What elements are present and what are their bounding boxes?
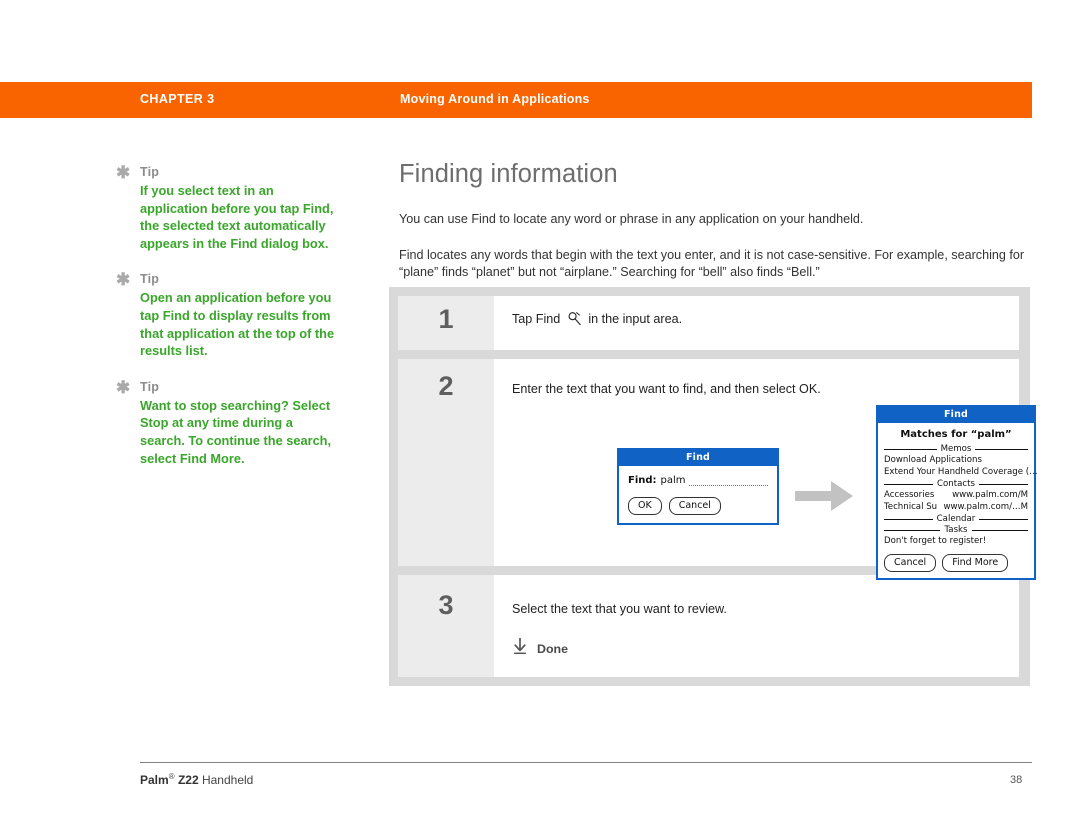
tip-text: Want to stop searching? Select Stop at a… (140, 397, 332, 466)
step-row: 1 Tap Find in the input area. (398, 296, 1019, 350)
result-item[interactable]: Download Applications (884, 455, 1028, 467)
result-item-left: Accessories (884, 490, 935, 500)
results-group-header: Tasks (884, 525, 1028, 535)
result-item[interactable]: Technical Su www.palm.com/…M (884, 502, 1028, 514)
find-field-value[interactable]: palm (661, 475, 686, 486)
footer-divider (140, 762, 1032, 763)
result-item[interactable]: Accessories www.palm.com/M (884, 490, 1028, 502)
step-number: 2 (398, 359, 494, 566)
asterisk-icon: ✱ (116, 270, 131, 290)
find-field-label: Find: (628, 475, 657, 486)
tips-sidebar: ✱ Tip If you select text in an applicati… (116, 163, 346, 487)
step-row: 2 Enter the text that you want to find, … (398, 359, 1038, 580)
tip-text: Open an application before you tap Find … (140, 290, 335, 359)
step-instruction: Tap Find in the input area. (512, 296, 1001, 331)
results-dialog-title: Find (878, 407, 1034, 423)
tip-block: ✱ Tip Want to stop searching? Select Sto… (116, 377, 346, 467)
manual-page: CHAPTER 3 Moving Around in Applications … (0, 0, 1080, 834)
cancel-button[interactable]: Cancel (668, 497, 721, 515)
section-title: Moving Around in Applications (400, 92, 590, 106)
tip-header: ✱ Tip (116, 377, 346, 397)
step-body: Tap Find in the input area. (494, 296, 1019, 350)
tip-text: If you select text in an application bef… (140, 183, 334, 251)
tip-label: Tip (140, 165, 160, 179)
results-dialog-body: Matches for “palm” Memos Download Applic… (878, 423, 1038, 578)
page-number: 38 (1010, 774, 1023, 786)
find-more-button[interactable]: Find More (942, 553, 1009, 572)
step-text-after: in the input area. (588, 312, 683, 326)
asterisk-icon: ✱ (116, 377, 131, 397)
step-number: 3 (398, 575, 494, 677)
result-item-right: www.palm.com/…M (943, 501, 1029, 512)
find-dialog-title: Find (619, 450, 777, 466)
tip-block: ✱ Tip If you select text in an applicati… (116, 163, 346, 252)
find-dialog: Find Find: palm OK Cancel (617, 448, 779, 525)
result-item[interactable]: Don't forget to register! (884, 536, 1028, 548)
footer-model: Z22 (177, 773, 199, 787)
cancel-button[interactable]: Cancel (884, 553, 937, 572)
results-dialog-buttons: Cancel Find More (884, 553, 1028, 572)
tip-block: ✱ Tip Open an application before you tap… (116, 270, 346, 359)
results-group-header: Memos (884, 444, 1028, 454)
results-group-header: Contacts (884, 479, 1028, 489)
done-marker: Done (512, 637, 1001, 660)
step-text-before: Tap Find (512, 312, 561, 326)
step-body: Select the text that you want to review.… (494, 575, 1019, 677)
steps-container: 1 Tap Find in the input area. 2 Enter th… (389, 287, 1038, 686)
intro-paragraph-2: Find locates any words that begin with t… (399, 247, 1025, 280)
footer-product: Palm® Z22 Handheld (140, 772, 253, 787)
result-item-right: www.palm.com/M (952, 490, 1028, 500)
step-instruction: Select the text that you want to review. (512, 602, 727, 616)
tip-header: ✱ Tip (116, 163, 346, 182)
step-row: 3 Select the text that you want to revie… (398, 575, 1019, 677)
footer-brand: Palm (140, 773, 169, 787)
results-group-header: Calendar (884, 514, 1028, 524)
results-heading: Matches for “palm” (900, 429, 1012, 440)
main-content: Finding information You can use Find to … (399, 160, 1031, 282)
find-field-underline (688, 477, 768, 486)
palm-dialog-illustration: Find Find: palm OK Cancel Find Matches f… (512, 405, 1038, 580)
tip-label: Tip (140, 272, 160, 287)
registered-trademark-icon: ® (168, 772, 175, 781)
footer-product-type: Handheld (201, 773, 254, 787)
arrow-right-icon (795, 479, 855, 518)
done-label: Done (537, 641, 568, 656)
intro-paragraph-1: You can use Find to locate any word or p… (399, 212, 864, 226)
step-number: 1 (398, 296, 494, 350)
find-dialog-body: Find: palm OK Cancel (619, 466, 777, 523)
find-magnifier-icon (567, 311, 582, 331)
result-item-left: Technical Su (884, 501, 938, 512)
find-results-dialog: Find Matches for “palm” Memos Download A… (876, 405, 1038, 580)
find-dialog-buttons: OK Cancel (628, 497, 768, 515)
result-item[interactable]: Extend Your Handheld Coverage (… (884, 467, 1038, 479)
ok-button[interactable]: OK (628, 497, 662, 515)
done-arrow-icon (512, 637, 528, 660)
step-body: Enter the text that you want to find, an… (494, 359, 1038, 580)
chapter-label: CHAPTER 3 (140, 92, 215, 106)
asterisk-icon: ✱ (116, 163, 131, 182)
page-title: Finding information (399, 160, 618, 188)
find-field-row: Find: palm (628, 475, 768, 486)
step-instruction: Enter the text that you want to find, an… (512, 382, 821, 396)
tip-label: Tip (140, 379, 160, 394)
tip-header: ✱ Tip (116, 270, 346, 290)
